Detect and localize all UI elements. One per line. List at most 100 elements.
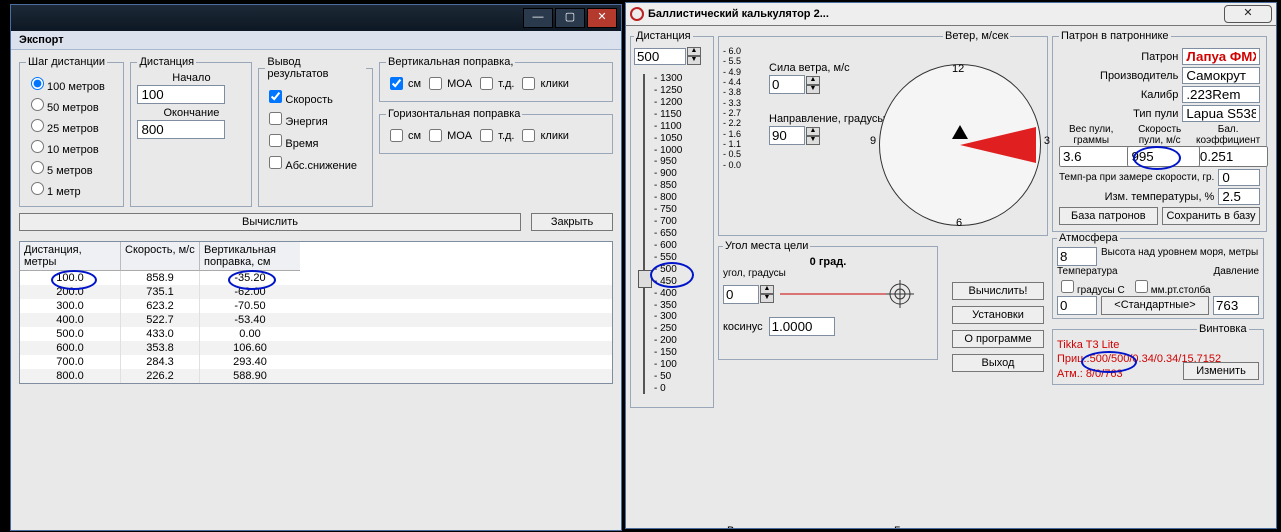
end-input[interactable] — [137, 120, 225, 139]
out-time[interactable] — [269, 134, 282, 147]
calc-button[interactable]: Вычислить — [19, 213, 521, 231]
wind-ticks: - 6.0- 5.5- 4.9- 4.4- 3.8- 3.3- 2.7- 2.2… — [723, 46, 741, 170]
vcorr-fieldset: Вертикальная поправка, см MOA т.д. клики — [379, 56, 613, 102]
out-energy[interactable] — [269, 112, 282, 125]
main-titlebar[interactable]: Баллистический калькулятор 2... ✕ — [626, 3, 1276, 26]
bc-input[interactable] — [1196, 146, 1268, 167]
cos-input[interactable] — [769, 317, 835, 336]
step-50-label: 50 метров — [47, 102, 99, 114]
step-5[interactable] — [31, 161, 44, 174]
step-100[interactable] — [31, 77, 44, 90]
distance-input[interactable] — [634, 48, 686, 65]
min-button[interactable]: — — [523, 8, 553, 28]
th-speed: Скорость, м/с — [121, 242, 200, 271]
end-label: Окончание — [137, 107, 245, 119]
distance-scale-box: Дистанция ▲▼ - 1300- 1250- 1200- 1150- 1… — [630, 30, 714, 408]
mmhg-check[interactable] — [1135, 280, 1148, 293]
dist-down[interactable]: ▼ — [687, 56, 701, 65]
wforce-input[interactable] — [769, 75, 805, 94]
table-row[interactable]: 700.0284.3293.40 — [20, 355, 612, 369]
cos-label: косинус — [723, 321, 763, 333]
pressure-input[interactable] — [1213, 296, 1259, 315]
table-row[interactable]: 100.0 858.9 -35.20 — [20, 271, 612, 285]
degc-check[interactable] — [1061, 280, 1074, 293]
ang-label: угол, градусы — [723, 268, 933, 279]
out-drop[interactable] — [269, 156, 282, 169]
step-25[interactable] — [31, 119, 44, 132]
h-td[interactable] — [480, 129, 493, 142]
v-clk[interactable] — [522, 77, 535, 90]
out-energy-label: Энергия — [285, 116, 327, 128]
about-button[interactable]: О программе — [952, 330, 1044, 348]
wind-legend: Ветер, м/сек — [943, 30, 1010, 42]
angle-value: 0 град. — [723, 256, 933, 268]
hcorr-legend: Горизонтальная поправка — [386, 108, 522, 120]
step-fieldset: Шаг дистанции 100 метров 50 метров 25 ме… — [19, 56, 124, 207]
measure-temp-input[interactable] — [1218, 169, 1260, 186]
exit-button[interactable]: Выход — [952, 354, 1044, 372]
start-input[interactable] — [137, 85, 225, 104]
app-icon — [630, 7, 644, 21]
wind-clock[interactable]: 12 3 6 9 — [879, 64, 1041, 226]
max-button[interactable]: ▢ — [555, 8, 585, 28]
wforce-label: Сила ветра, м/c — [769, 62, 885, 74]
start-label: Начало — [137, 72, 245, 84]
titlebar[interactable]: — ▢ ✕ — [11, 5, 621, 31]
out-speed[interactable] — [269, 90, 282, 103]
cartridge-name[interactable] — [1182, 48, 1260, 65]
distance-fieldset: Дистанция Начало Окончание — [130, 56, 252, 207]
save-db-button[interactable]: Сохранить в базу — [1162, 207, 1261, 225]
h-clk[interactable] — [522, 129, 535, 142]
step-1[interactable] — [31, 182, 44, 195]
calc-main-button[interactable]: Вычислить! — [952, 282, 1044, 300]
close-main-button[interactable]: ✕ — [1224, 5, 1272, 23]
step-10-label: 10 метров — [47, 144, 99, 156]
h-moa[interactable] — [429, 129, 442, 142]
step-50[interactable] — [31, 98, 44, 111]
table-row[interactable]: 300.0623.2-70.50 — [20, 299, 612, 313]
rifle-fieldset: Винтовка Tikka T3 Lite Приц.:500/500/0.3… — [1052, 323, 1264, 385]
v-td[interactable] — [480, 77, 493, 90]
target-icon — [780, 279, 920, 309]
temp-change-input[interactable] — [1218, 188, 1260, 205]
table-row[interactable]: 500.0433.00.00 — [20, 327, 612, 341]
altitude-input[interactable] — [1057, 247, 1097, 266]
mfg-input[interactable] — [1182, 67, 1260, 84]
std-button[interactable]: <Стандартные> — [1101, 296, 1209, 315]
distance-slider[interactable] — [638, 74, 650, 394]
distance-legend: Дистанция — [137, 56, 196, 68]
table-row[interactable]: 800.0226.2588.90 — [20, 369, 612, 383]
table-row[interactable]: 400.0522.7-53.40 — [20, 313, 612, 327]
edit-rifle-button[interactable]: Изменить — [1183, 362, 1259, 380]
db-button[interactable]: База патронов — [1059, 207, 1158, 225]
close-button[interactable]: ✕ — [587, 8, 617, 28]
wdir-input[interactable] — [769, 126, 805, 145]
weight-input[interactable] — [1059, 146, 1131, 167]
rifle-name: Tikka T3 Lite — [1057, 338, 1259, 352]
caliber-input[interactable] — [1182, 86, 1260, 103]
bullet-type-input[interactable] — [1182, 105, 1260, 122]
dist-up[interactable]: ▲ — [687, 47, 701, 56]
step-10[interactable] — [31, 140, 44, 153]
main-window: Баллистический калькулятор 2... ✕ Дистан… — [625, 2, 1277, 529]
result-table: Дистанция, метры Скорость, м/с Вертикаль… — [19, 241, 613, 384]
ang-input[interactable] — [723, 285, 759, 304]
v-moa[interactable] — [429, 77, 442, 90]
hcorr-fieldset: Горизонтальная поправка см MOA т.д. клик… — [379, 108, 613, 154]
vcorr-legend: Вертикальная поправка, — [386, 56, 515, 68]
v-cm[interactable] — [390, 77, 403, 90]
step-1-label: 1 метр — [47, 186, 81, 198]
step-legend: Шаг дистанции — [26, 56, 107, 68]
out-speed-label: Скорость — [285, 94, 333, 106]
close-export-button[interactable]: Закрыть — [531, 213, 613, 231]
temp-input[interactable] — [1057, 296, 1097, 315]
atmosphere-fieldset: Атмосфера Высота над уровнем моря, метры… — [1052, 232, 1264, 319]
out-drop-label: Абс.снижение — [285, 160, 357, 172]
out-time-label: Время — [285, 138, 318, 150]
table-row[interactable]: 200.0735.1-62.00 — [20, 285, 612, 299]
cartridge-fieldset: Патрон в патроннике Патрон Производитель… — [1052, 30, 1267, 232]
main-title: Баллистический калькулятор 2... — [648, 8, 829, 20]
h-cm[interactable] — [390, 129, 403, 142]
table-row[interactable]: 600.0353.8106.60 — [20, 341, 612, 355]
settings-button[interactable]: Установки — [952, 306, 1044, 324]
